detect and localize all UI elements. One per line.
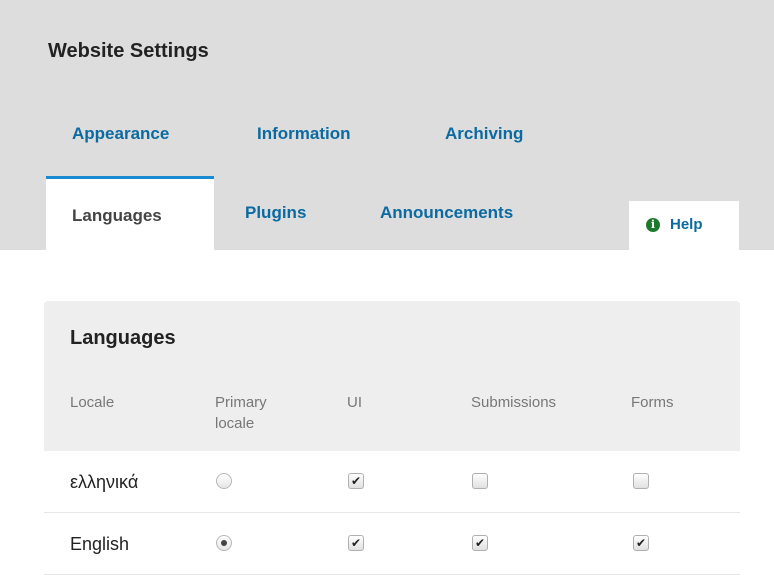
languages-panel-header: Languages Locale Primary locale UI Submi… xyxy=(44,301,740,451)
tab-information[interactable]: Information xyxy=(257,124,351,144)
language-row-english: English ✔ ✔ ✔ xyxy=(44,513,740,575)
column-header-forms: Forms xyxy=(631,394,674,411)
help-label: Help xyxy=(670,216,703,233)
language-row-greek: ελληνικά ✔ xyxy=(44,451,740,513)
column-header-primary-locale: Primary locale xyxy=(215,392,267,434)
primary-locale-radio[interactable] xyxy=(216,535,232,551)
tab-plugins[interactable]: Plugins xyxy=(245,203,306,223)
locale-name: English xyxy=(70,534,130,554)
ui-checkbox[interactable]: ✔ xyxy=(348,535,364,551)
column-header-submissions: Submissions xyxy=(471,394,557,411)
primary-locale-radio[interactable] xyxy=(216,473,232,489)
help-button-content: i Help xyxy=(646,216,703,233)
forms-checkbox[interactable]: ✔ xyxy=(633,535,649,551)
locale-name: ελληνικά xyxy=(70,472,139,492)
tab-languages[interactable]: Languages xyxy=(46,176,214,250)
column-header-locale: Locale xyxy=(70,394,115,411)
tab-appearance[interactable]: Appearance xyxy=(72,124,169,144)
column-header-ui: UI xyxy=(347,394,362,411)
submissions-checkbox[interactable] xyxy=(472,473,488,489)
submissions-checkbox[interactable]: ✔ xyxy=(472,535,488,551)
info-icon: i xyxy=(646,217,660,232)
languages-panel: Languages Locale Primary locale UI Submi… xyxy=(44,301,740,575)
tab-archiving[interactable]: Archiving xyxy=(445,124,523,144)
page-title: Website Settings xyxy=(48,40,209,62)
column-header-primary-line2: locale xyxy=(215,415,255,432)
help-button[interactable]: i Help xyxy=(629,201,739,250)
tab-announcements[interactable]: Announcements xyxy=(380,203,513,223)
forms-checkbox[interactable] xyxy=(633,473,649,489)
column-header-primary-line1: Primary xyxy=(215,394,267,411)
languages-title: Languages xyxy=(70,327,176,349)
tab-languages-label: Languages xyxy=(72,206,162,225)
ui-checkbox[interactable]: ✔ xyxy=(348,473,364,489)
settings-header: Website Settings Appearance Information … xyxy=(0,0,774,250)
